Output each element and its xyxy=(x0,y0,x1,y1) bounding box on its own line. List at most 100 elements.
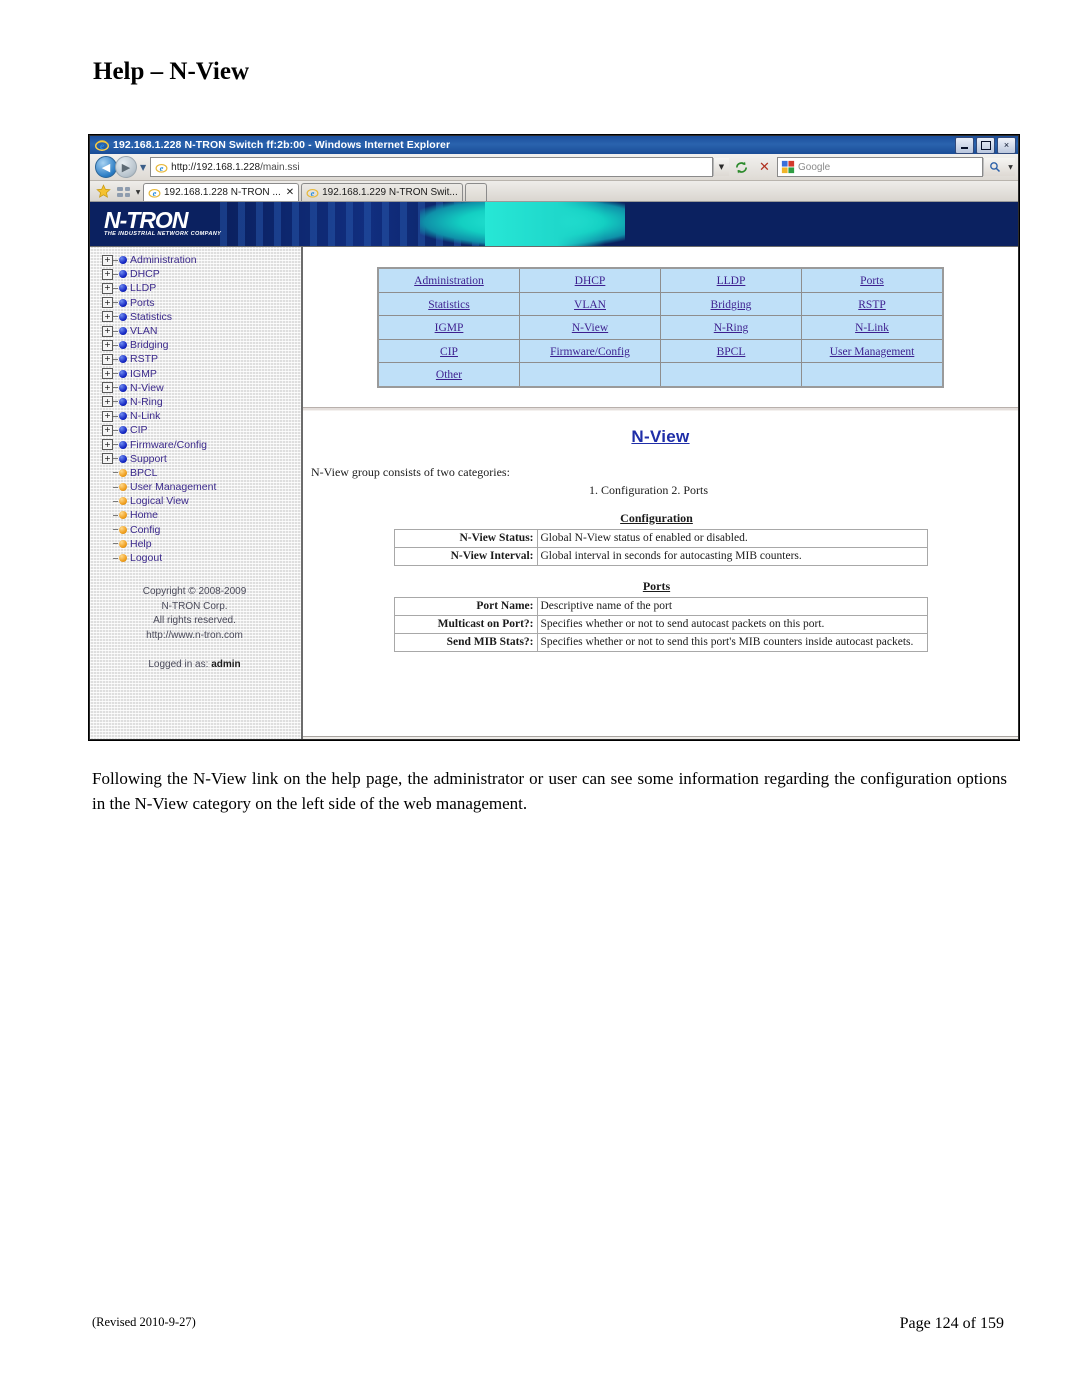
sidebar-item-cip[interactable]: + CIP xyxy=(94,423,301,437)
help-index-cell[interactable]: N-Link xyxy=(801,315,944,340)
search-go-button[interactable] xyxy=(983,158,1006,176)
sidebar-item-user-management[interactable]: User Management xyxy=(94,480,301,494)
sidebar-item-n-ring[interactable]: + N-Ring xyxy=(94,395,301,409)
expand-plus-icon[interactable]: + xyxy=(102,297,113,309)
help-index-cell[interactable]: LLDP xyxy=(660,267,802,293)
orange-bullet-icon xyxy=(119,497,127,506)
help-index-cell[interactable]: VLAN xyxy=(519,291,661,316)
sidebar-item-ports[interactable]: + Ports xyxy=(94,296,301,310)
minimize-button[interactable] xyxy=(955,137,974,154)
address-bar-dropdown[interactable]: ▼ xyxy=(713,158,729,176)
sidebar-item-firmware-config[interactable]: + Firmware/Config xyxy=(94,437,301,451)
help-index-cell[interactable]: BPCL xyxy=(660,338,802,363)
expand-plus-icon[interactable]: + xyxy=(102,368,113,380)
help-index-row: Statistics VLAN Bridging RSTP xyxy=(377,291,944,316)
help-index-cell[interactable]: Firmware/Config xyxy=(519,338,661,363)
search-input[interactable]: Google xyxy=(777,157,983,177)
logged-in-label: Logged in as: xyxy=(148,659,209,671)
history-dropdown-icon[interactable]: ▼ xyxy=(140,163,146,172)
back-button[interactable]: ◀ xyxy=(95,156,117,178)
sidebar-item-bpcl[interactable]: BPCL xyxy=(94,466,301,480)
quick-tabs-button[interactable] xyxy=(115,185,132,199)
new-tab-button[interactable] xyxy=(464,183,487,201)
sidebar-item-bridging[interactable]: + Bridging xyxy=(94,338,301,352)
help-link-n-ring[interactable]: N-Ring xyxy=(714,322,749,334)
help-link-user-management[interactable]: User Management xyxy=(830,346,915,358)
help-link-igmp[interactable]: IGMP xyxy=(435,322,464,334)
search-options-dropdown[interactable]: ▼ xyxy=(1006,158,1015,176)
help-index-cell[interactable]: N-Ring xyxy=(660,315,802,340)
address-bar[interactable]: e http://192.168.1.228/main.ssi xyxy=(150,157,713,177)
help-link-n-view[interactable]: N-View xyxy=(572,322,608,334)
help-index-cell[interactable]: CIP xyxy=(377,338,520,363)
sidebar-item-help[interactable]: Help xyxy=(94,537,301,551)
expand-plus-icon[interactable]: + xyxy=(102,325,113,337)
tab-close-icon[interactable]: ✕ xyxy=(286,187,294,198)
sidebar-item-n-view[interactable]: + N-View xyxy=(94,381,301,395)
sidebar-item-administration[interactable]: + Administration xyxy=(94,253,301,267)
expand-plus-icon[interactable]: + xyxy=(102,382,113,394)
favorites-button[interactable] xyxy=(93,182,113,201)
help-index-cell[interactable]: Administration xyxy=(377,267,520,293)
quick-tabs-icon xyxy=(117,187,123,191)
help-index-cell[interactable]: Ports xyxy=(801,267,944,293)
help-link-firmware-config[interactable]: Firmware/Config xyxy=(550,346,630,358)
help-index-cell[interactable]: Other xyxy=(377,362,520,387)
help-index-cell[interactable]: N-View xyxy=(519,315,661,340)
expand-plus-icon[interactable]: + xyxy=(102,396,113,408)
sidebar-item-igmp[interactable]: + IGMP xyxy=(94,367,301,381)
help-link-bpcl[interactable]: BPCL xyxy=(717,346,746,358)
sidebar-item-lldp[interactable]: + LLDP xyxy=(94,281,301,295)
orange-bullet-icon xyxy=(119,483,127,492)
help-index-cell[interactable]: User Management xyxy=(801,338,944,363)
help-definition-row: N-View Status: Global N-View status of en… xyxy=(393,528,928,548)
help-link-statistics[interactable]: Statistics xyxy=(428,299,470,311)
expand-plus-icon[interactable]: + xyxy=(102,339,113,351)
sidebar-item-config[interactable]: Config xyxy=(94,523,301,537)
expand-plus-icon[interactable]: + xyxy=(102,268,113,280)
tab-list-dropdown[interactable]: ▼ xyxy=(133,185,143,199)
help-link-bridging[interactable]: Bridging xyxy=(711,299,752,311)
close-button[interactable]: × xyxy=(997,137,1016,154)
sidebar-item-logout[interactable]: Logout xyxy=(94,551,301,565)
expand-plus-icon[interactable]: + xyxy=(102,410,113,422)
help-link-lldp[interactable]: LLDP xyxy=(717,275,746,287)
help-index-cell[interactable]: Bridging xyxy=(660,291,802,316)
expand-plus-icon[interactable]: + xyxy=(102,254,113,266)
help-index-cell[interactable]: Statistics xyxy=(377,291,520,316)
tab-228[interactable]: e 192.168.1.228 N-TRON ... ✕ xyxy=(143,183,300,201)
banner-cyan-band xyxy=(485,202,605,246)
stop-button[interactable]: ✕ xyxy=(754,157,775,177)
sidebar-item-statistics[interactable]: + Statistics xyxy=(94,310,301,324)
expand-plus-icon[interactable]: + xyxy=(102,282,113,294)
expand-plus-icon[interactable]: + xyxy=(102,353,113,365)
help-index-cell[interactable]: DHCP xyxy=(519,267,661,293)
sidebar-item-vlan[interactable]: + VLAN xyxy=(94,324,301,338)
help-link-other[interactable]: Other xyxy=(436,369,462,381)
tree-connector-line xyxy=(113,514,118,516)
sidebar-item-label: BPCL xyxy=(130,466,158,479)
sidebar-item-home[interactable]: Home xyxy=(94,508,301,522)
expand-plus-icon[interactable]: + xyxy=(102,439,113,451)
help-link-administration[interactable]: Administration xyxy=(414,275,484,287)
sidebar-item-rstp[interactable]: + RSTP xyxy=(94,352,301,366)
help-link-dhcp[interactable]: DHCP xyxy=(575,275,606,287)
maximize-button[interactable] xyxy=(976,137,995,154)
help-link-cip[interactable]: CIP xyxy=(440,346,458,358)
tab-229[interactable]: e 192.168.1.229 N-TRON Swit... xyxy=(301,183,463,201)
sidebar-item-n-link[interactable]: + N-Link xyxy=(94,409,301,423)
sidebar-item-support[interactable]: + Support xyxy=(94,452,301,466)
help-link-vlan[interactable]: VLAN xyxy=(574,299,606,311)
help-link-ports[interactable]: Ports xyxy=(860,275,884,287)
expand-plus-icon[interactable]: + xyxy=(102,424,113,436)
sidebar-item-logical-view[interactable]: Logical View xyxy=(94,494,301,508)
forward-button[interactable]: ▶ xyxy=(115,156,137,178)
refresh-button[interactable] xyxy=(731,157,752,177)
sidebar-item-dhcp[interactable]: + DHCP xyxy=(94,267,301,281)
help-index-cell[interactable]: RSTP xyxy=(801,291,944,316)
help-index-cell[interactable]: IGMP xyxy=(377,315,520,340)
expand-plus-icon[interactable]: + xyxy=(102,311,113,323)
help-link-n-link[interactable]: N-Link xyxy=(855,322,889,334)
expand-plus-icon[interactable]: + xyxy=(102,453,113,465)
help-link-rstp[interactable]: RSTP xyxy=(858,299,886,311)
